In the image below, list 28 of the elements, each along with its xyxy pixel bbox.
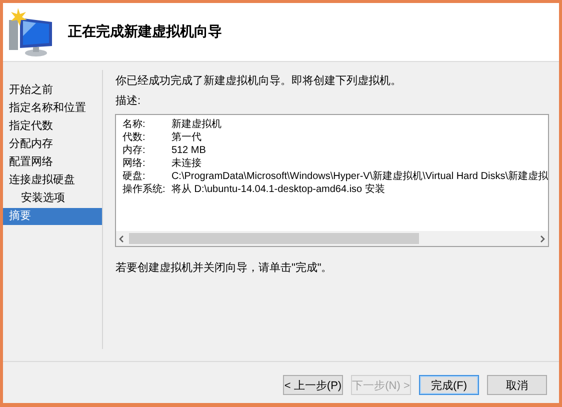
sidebar-item[interactable]: 分配内存 <box>3 136 102 153</box>
intro-text: 你已经成功完成了新建虚拟机向导。即将创建下列虚拟机。 <box>115 74 402 89</box>
sidebar-item[interactable]: 配置网络 <box>3 154 102 171</box>
wizard-button[interactable]: 完成(F) <box>419 375 479 395</box>
sidebar-item[interactable]: 安装选项 <box>3 190 102 207</box>
summary-label: 硬盘: <box>122 170 146 183</box>
summary-label: 名称: <box>122 118 146 131</box>
sidebar-item[interactable]: 指定代数 <box>3 118 102 135</box>
hint-text: 若要创建虚拟机并关闭向导，请单击"完成"。 <box>115 260 334 276</box>
sidebar-item[interactable]: 开始之前 <box>3 82 102 99</box>
wizard-button[interactable]: 取消 <box>487 375 547 395</box>
summary-label: 网络: <box>122 157 146 170</box>
sidebar-item[interactable]: 摘要 <box>3 208 102 225</box>
summary-value: 未连接 <box>171 157 202 170</box>
sidebar-item[interactable]: 连接虚拟硬盘 <box>3 172 102 189</box>
description-label: 描述: <box>115 94 142 109</box>
summary-label: 内存: <box>122 144 146 157</box>
summary-value: 新建虚拟机 <box>171 118 222 131</box>
summary-value: 512 MB <box>171 144 206 157</box>
wizard-button[interactable]: < 上一步(P) <box>283 375 343 395</box>
summary-value: C:\ProgramData\Microsoft\Windows\Hyper-V\新建虚拟机\Virtual Hard Disks\新建虚拟 <box>171 170 548 183</box>
scrollbar-thumb[interactable] <box>129 233 420 244</box>
wizard-title: 正在完成新建虚拟机向导 <box>68 23 222 41</box>
sidebar-item[interactable]: 指定名称和位置 <box>3 100 102 117</box>
summary-label: 操作系统: <box>122 183 166 196</box>
summary-value: 第一代 <box>171 131 202 144</box>
summary-value: 将从 D:\ubuntu-14.04.1-desktop-amd64.iso 安装 <box>171 183 385 196</box>
summary-label: 代数: <box>122 131 146 144</box>
